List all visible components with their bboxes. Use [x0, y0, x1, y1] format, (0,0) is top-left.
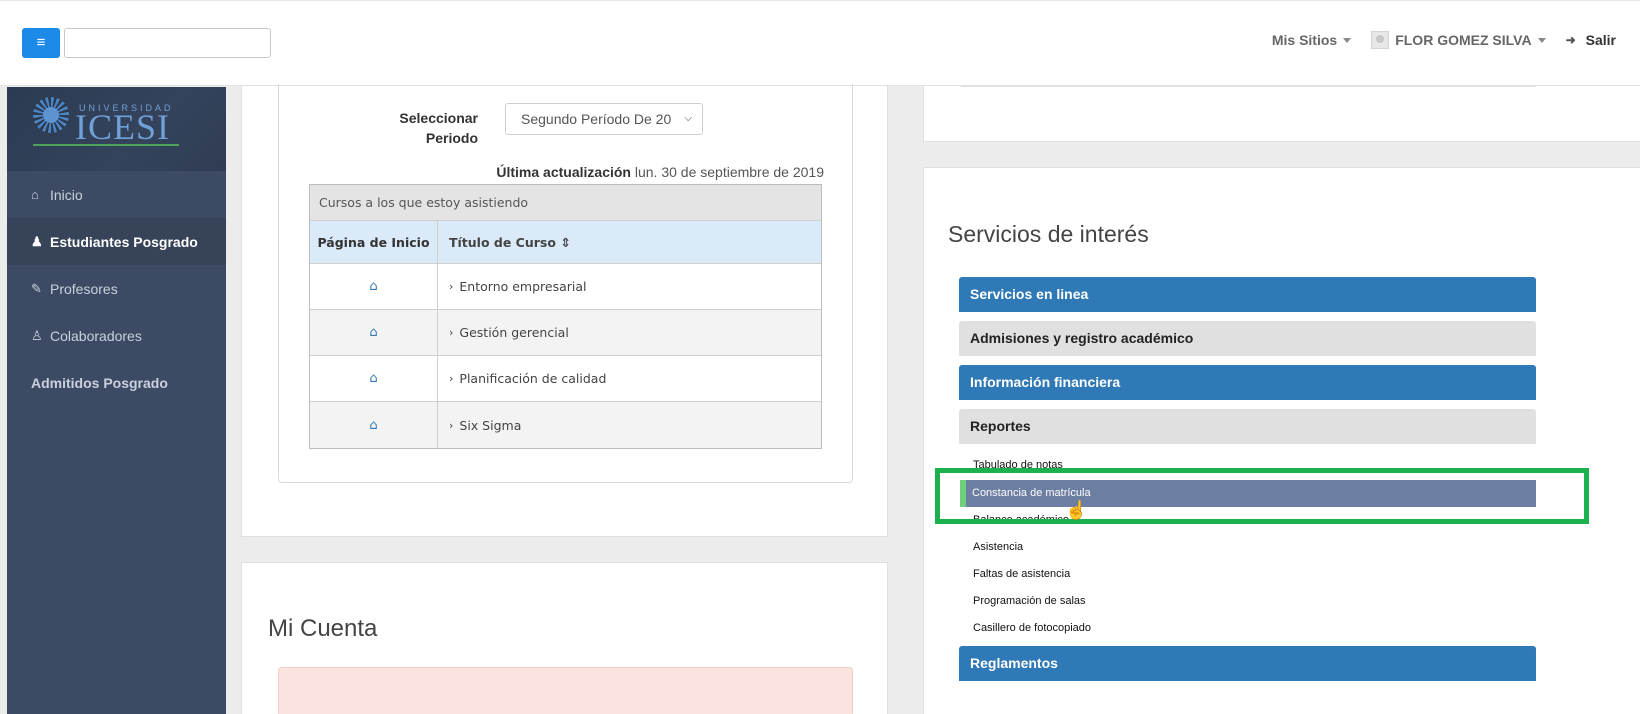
search-input[interactable]: [64, 28, 271, 58]
home-icon: ⌂: [31, 187, 39, 202]
last-updated-date: lun. 30 de septiembre de 2019: [634, 164, 824, 180]
section-servicios-en-linea[interactable]: Servicios en linea: [959, 277, 1536, 312]
course-link[interactable]: › Entorno empresarial: [438, 264, 821, 309]
sidebar-item-admitidos-posgrado[interactable]: Admitidos Posgrado: [7, 359, 226, 406]
sidebar-item-label: Estudiantes Posgrado: [50, 233, 198, 250]
sort-icon: ⇕: [555, 234, 571, 250]
section-reglamentos[interactable]: Reglamentos: [959, 646, 1536, 681]
courses-panel: Seleccionar Periodo Segundo Período De 2…: [278, 84, 853, 483]
sidebar-item-label: Colaboradores: [50, 327, 142, 344]
account-alert: [278, 667, 853, 714]
top-bar: ≡ Mis Sitios FLOR GOMEZ SILVA ➜ Salir: [0, 0, 1640, 86]
account-card: Mi Cuenta: [241, 562, 888, 714]
right-top-card: [923, 85, 1640, 142]
period-label: Seleccionar Periodo: [399, 110, 478, 146]
table-row: ⌂ › Planificación de calidad: [310, 356, 821, 402]
logo-name: ICESI: [75, 107, 170, 147]
chevron-right-icon: ›: [449, 280, 454, 293]
my-sites-label: Mis Sitios: [1271, 32, 1338, 48]
chevron-right-icon: ›: [449, 418, 454, 432]
sidebar-item-label: Profesores: [50, 280, 118, 297]
caret-down-icon: [1343, 37, 1352, 43]
professor-icon: ✎: [31, 280, 42, 296]
collaborator-icon: ♙: [31, 327, 43, 343]
chevron-right-icon: ›: [449, 372, 454, 385]
courses-table: Cursos a los que estoy asistiendo Página…: [309, 184, 822, 449]
avatar: [1371, 31, 1390, 49]
report-link[interactable]: Faltas de asistencia: [973, 568, 1070, 580]
account-title: Mi Cuenta: [268, 615, 378, 642]
user-menu[interactable]: FLOR GOMEZ SILVA: [1371, 31, 1546, 49]
period-select-value: Segundo Período De 20: [521, 111, 672, 127]
course-link[interactable]: › Planificación de calidad: [438, 356, 821, 401]
column-header-home: Página de Inicio: [310, 221, 438, 263]
menu-toggle-button[interactable]: ≡: [22, 28, 60, 58]
user-menu-bar: Mis Sitios FLOR GOMEZ SILVA ➜ Salir: [1252, 28, 1616, 52]
report-link[interactable]: Asistencia: [973, 541, 1023, 553]
report-link[interactable]: Casillero de fotocopiado: [973, 622, 1091, 634]
course-home-icon[interactable]: ⌂: [369, 371, 377, 386]
logo-emblem-icon: [33, 97, 69, 133]
last-updated-label: Última actualización: [496, 164, 631, 180]
course-link[interactable]: › Six Sigma: [438, 402, 821, 448]
sign-out-icon: ➜: [1565, 33, 1576, 47]
course-title: Planificación de calidad: [459, 371, 607, 386]
courses-table-header: Página de Inicio Título de Curso ⇕: [310, 221, 821, 264]
hamburger-icon: ≡: [36, 34, 46, 51]
services-title: Servicios de interés: [948, 221, 1149, 247]
user-name: FLOR GOMEZ SILVA: [1395, 32, 1532, 48]
courses-table-caption: Cursos a los que estoy asistiendo: [310, 185, 821, 221]
table-row: ⌂ › Six Sigma: [310, 402, 821, 448]
course-link[interactable]: › Gestión gerencial: [438, 310, 821, 355]
chevron-down-icon: ⌵: [684, 113, 692, 124]
course-home-icon[interactable]: ⌂: [369, 279, 377, 294]
course-title: Gestión gerencial: [459, 325, 569, 340]
sidebar: UNIVERSIDAD ICESI ⌂ Inicio ♟ Estudiantes…: [7, 87, 226, 714]
section-admisiones[interactable]: Admisiones y registro académico: [959, 321, 1536, 356]
caret-down-icon: [1537, 37, 1546, 43]
courses-card: Seleccionar Periodo Segundo Período De 2…: [241, 84, 888, 537]
sidebar-item-label: Inicio: [50, 186, 83, 203]
table-row: ⌂ › Gestión gerencial: [310, 310, 821, 356]
column-title-label: Título de Curso: [449, 234, 556, 250]
course-title: Six Sigma: [459, 417, 522, 433]
divider: [961, 85, 1536, 87]
sidebar-item-colaboradores[interactable]: ♙ Colaboradores: [7, 312, 226, 359]
column-header-title[interactable]: Título de Curso ⇕: [438, 221, 821, 263]
last-updated: Última actualización lun. 30 de septiemb…: [496, 164, 824, 180]
sidebar-item-inicio[interactable]: ⌂ Inicio: [7, 171, 226, 218]
sidebar-item-profesores[interactable]: ✎ Profesores: [7, 265, 226, 312]
highlight-annotation: [935, 468, 1589, 524]
logout-link[interactable]: ➜ Salir: [1566, 32, 1616, 48]
pointer-cursor-icon: ☝: [1065, 500, 1088, 520]
services-card: Servicios de interés Servicios en linea …: [923, 167, 1640, 714]
section-informacion-financiera[interactable]: Información financiera: [959, 365, 1536, 400]
sidebar-item-label: Admitidos Posgrado: [31, 374, 168, 391]
university-logo[interactable]: UNIVERSIDAD ICESI: [7, 87, 226, 171]
section-reportes[interactable]: Reportes: [959, 409, 1536, 444]
chevron-right-icon: ›: [449, 326, 454, 339]
my-sites-menu[interactable]: Mis Sitios: [1271, 32, 1352, 48]
course-title: Entorno empresarial: [459, 279, 587, 294]
course-home-icon[interactable]: ⌂: [369, 418, 377, 433]
sidebar-item-estudiantes-posgrado[interactable]: ♟ Estudiantes Posgrado: [7, 218, 226, 265]
student-icon: ♟: [31, 233, 43, 249]
logo-underline: [33, 144, 179, 146]
logout-label: Salir: [1585, 32, 1616, 48]
period-select[interactable]: Segundo Período De 20 ⌵: [505, 103, 703, 135]
course-home-icon[interactable]: ⌂: [369, 325, 377, 340]
report-link[interactable]: Programación de salas: [973, 595, 1086, 607]
table-row: ⌂ › Entorno empresarial: [310, 264, 821, 310]
